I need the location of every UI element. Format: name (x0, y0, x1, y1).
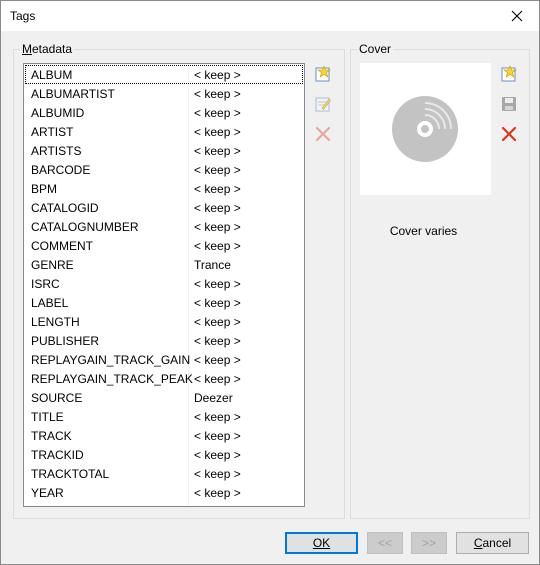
metadata-value: < keep > (194, 410, 241, 424)
metadata-row[interactable]: ALBUMID < keep > (25, 103, 303, 122)
metadata-key: LABEL (31, 296, 69, 310)
metadata-value: < keep > (194, 68, 241, 82)
metadata-value: < keep > (194, 486, 241, 500)
delete-tag-button[interactable] (312, 123, 334, 145)
metadata-row[interactable]: ARTISTS < keep > (25, 141, 303, 160)
metadata-key: CATALOGNUMBER (31, 220, 139, 234)
save-cover-icon (502, 97, 516, 111)
metadata-list[interactable]: ALBUM < keep > ALBUMARTIST < keep > ALBUMID <… (23, 63, 305, 507)
metadata-row[interactable]: REPLAYGAIN_TRACK_GAIN < keep > (25, 350, 303, 369)
metadata-value: < keep > (194, 353, 241, 367)
metadata-value: < keep > (194, 87, 241, 101)
metadata-key: ARTIST (31, 125, 74, 139)
metadata-value: < keep > (194, 296, 241, 310)
metadata-group-label: Metadata (20, 42, 75, 56)
metadata-key: TRACK (31, 429, 72, 443)
next-button[interactable]: >> (411, 532, 447, 554)
metadata-key: ARTISTS (31, 144, 82, 158)
metadata-row[interactable]: LABEL < keep > (25, 293, 303, 312)
title-bar: Tags (1, 1, 539, 31)
metadata-key: TITLE (31, 410, 64, 424)
metadata-key: TRACKID (31, 448, 84, 462)
add-cover-icon (501, 65, 517, 82)
metadata-value: < keep > (194, 125, 241, 139)
add-tag-button[interactable] (312, 63, 334, 85)
metadata-key: LENGTH (31, 315, 80, 329)
metadata-row[interactable]: ARTIST < keep > (25, 122, 303, 141)
metadata-value: Deezer (194, 391, 233, 405)
metadata-key: TRACKTOTAL (31, 467, 110, 481)
metadata-key: REPLAYGAIN_TRACK_PEAK (31, 372, 193, 386)
metadata-value: < keep > (194, 315, 241, 329)
previous-button[interactable]: << (367, 532, 403, 554)
metadata-row[interactable]: ALBUM < keep > (25, 65, 303, 84)
metadata-key: COMMENT (31, 239, 93, 253)
edit-tag-icon (315, 97, 331, 112)
metadata-value: < keep > (194, 239, 241, 253)
delete-cover-button[interactable] (498, 123, 520, 145)
metadata-row[interactable]: ISRC < keep > (25, 274, 303, 293)
metadata-value: < keep > (194, 372, 241, 386)
metadata-row[interactable]: TITLE < keep > (25, 407, 303, 426)
cover-group-label: Cover (357, 42, 394, 56)
metadata-row[interactable]: CATALOGID < keep > (25, 198, 303, 217)
metadata-row[interactable]: GENRE Trance (25, 255, 303, 274)
delete-tag-icon (315, 126, 331, 142)
metadata-key: REPLAYGAIN_TRACK_GAIN (31, 353, 191, 367)
metadata-row[interactable]: TRACK < keep > (25, 426, 303, 445)
metadata-value: < keep > (194, 106, 241, 120)
cover-image[interactable] (360, 63, 491, 195)
add-tag-icon (315, 65, 331, 82)
close-icon (511, 10, 523, 22)
metadata-value: Trance (194, 258, 231, 272)
cancel-button[interactable]: Cancel (456, 532, 529, 554)
metadata-key: BARCODE (31, 163, 91, 177)
cover-status-text: Cover varies (389, 224, 458, 238)
metadata-row[interactable]: YEAR < keep > (25, 483, 303, 502)
metadata-value: < keep > (194, 220, 241, 234)
metadata-key: CATALOGID (31, 201, 99, 215)
metadata-key: ALBUMARTIST (31, 87, 115, 101)
close-button[interactable] (495, 1, 539, 31)
metadata-row[interactable]: COMMENT < keep > (25, 236, 303, 255)
metadata-row[interactable]: LENGTH < keep > (25, 312, 303, 331)
add-cover-button[interactable] (498, 63, 520, 85)
metadata-key: SOURCE (31, 391, 83, 405)
edit-tag-button[interactable] (312, 93, 334, 115)
metadata-row[interactable]: REPLAYGAIN_TRACK_PEAK < keep > (25, 369, 303, 388)
metadata-row[interactable]: TRACKTOTAL < keep > (25, 464, 303, 483)
metadata-value: < keep > (194, 182, 241, 196)
metadata-row[interactable]: BPM < keep > (25, 179, 303, 198)
metadata-row[interactable]: PUBLISHER < keep > (25, 331, 303, 350)
metadata-key: ALBUMID (31, 106, 85, 120)
tags-dialog: Tags Metadata ALBUM < keep > ALBUMARTIST < … (0, 0, 540, 565)
window-title: Tags (10, 9, 36, 23)
ok-button[interactable]: OK (285, 532, 358, 554)
metadata-value: < keep > (194, 429, 241, 443)
metadata-key: YEAR (31, 486, 64, 500)
metadata-row[interactable]: SOURCE Deezer (25, 388, 303, 407)
metadata-key: PUBLISHER (31, 334, 100, 348)
metadata-row[interactable]: TRACKID < keep > (25, 445, 303, 464)
metadata-key: ISRC (31, 277, 60, 291)
disc-icon (392, 96, 458, 162)
metadata-value: < keep > (194, 334, 241, 348)
metadata-row[interactable]: BARCODE < keep > (25, 160, 303, 179)
metadata-row[interactable]: ALBUMARTIST < keep > (25, 84, 303, 103)
metadata-row[interactable]: CATALOGNUMBER < keep > (25, 217, 303, 236)
metadata-value: < keep > (194, 163, 241, 177)
metadata-value: < keep > (194, 201, 241, 215)
metadata-key: BPM (31, 182, 58, 196)
metadata-key: GENRE (31, 258, 74, 272)
save-cover-button[interactable] (498, 93, 520, 115)
metadata-key: ALBUM (31, 68, 73, 82)
metadata-value: < keep > (194, 277, 241, 291)
metadata-value: < keep > (194, 467, 241, 481)
metadata-value: < keep > (194, 144, 241, 158)
delete-cover-icon (501, 126, 517, 142)
metadata-value: < keep > (194, 448, 241, 462)
